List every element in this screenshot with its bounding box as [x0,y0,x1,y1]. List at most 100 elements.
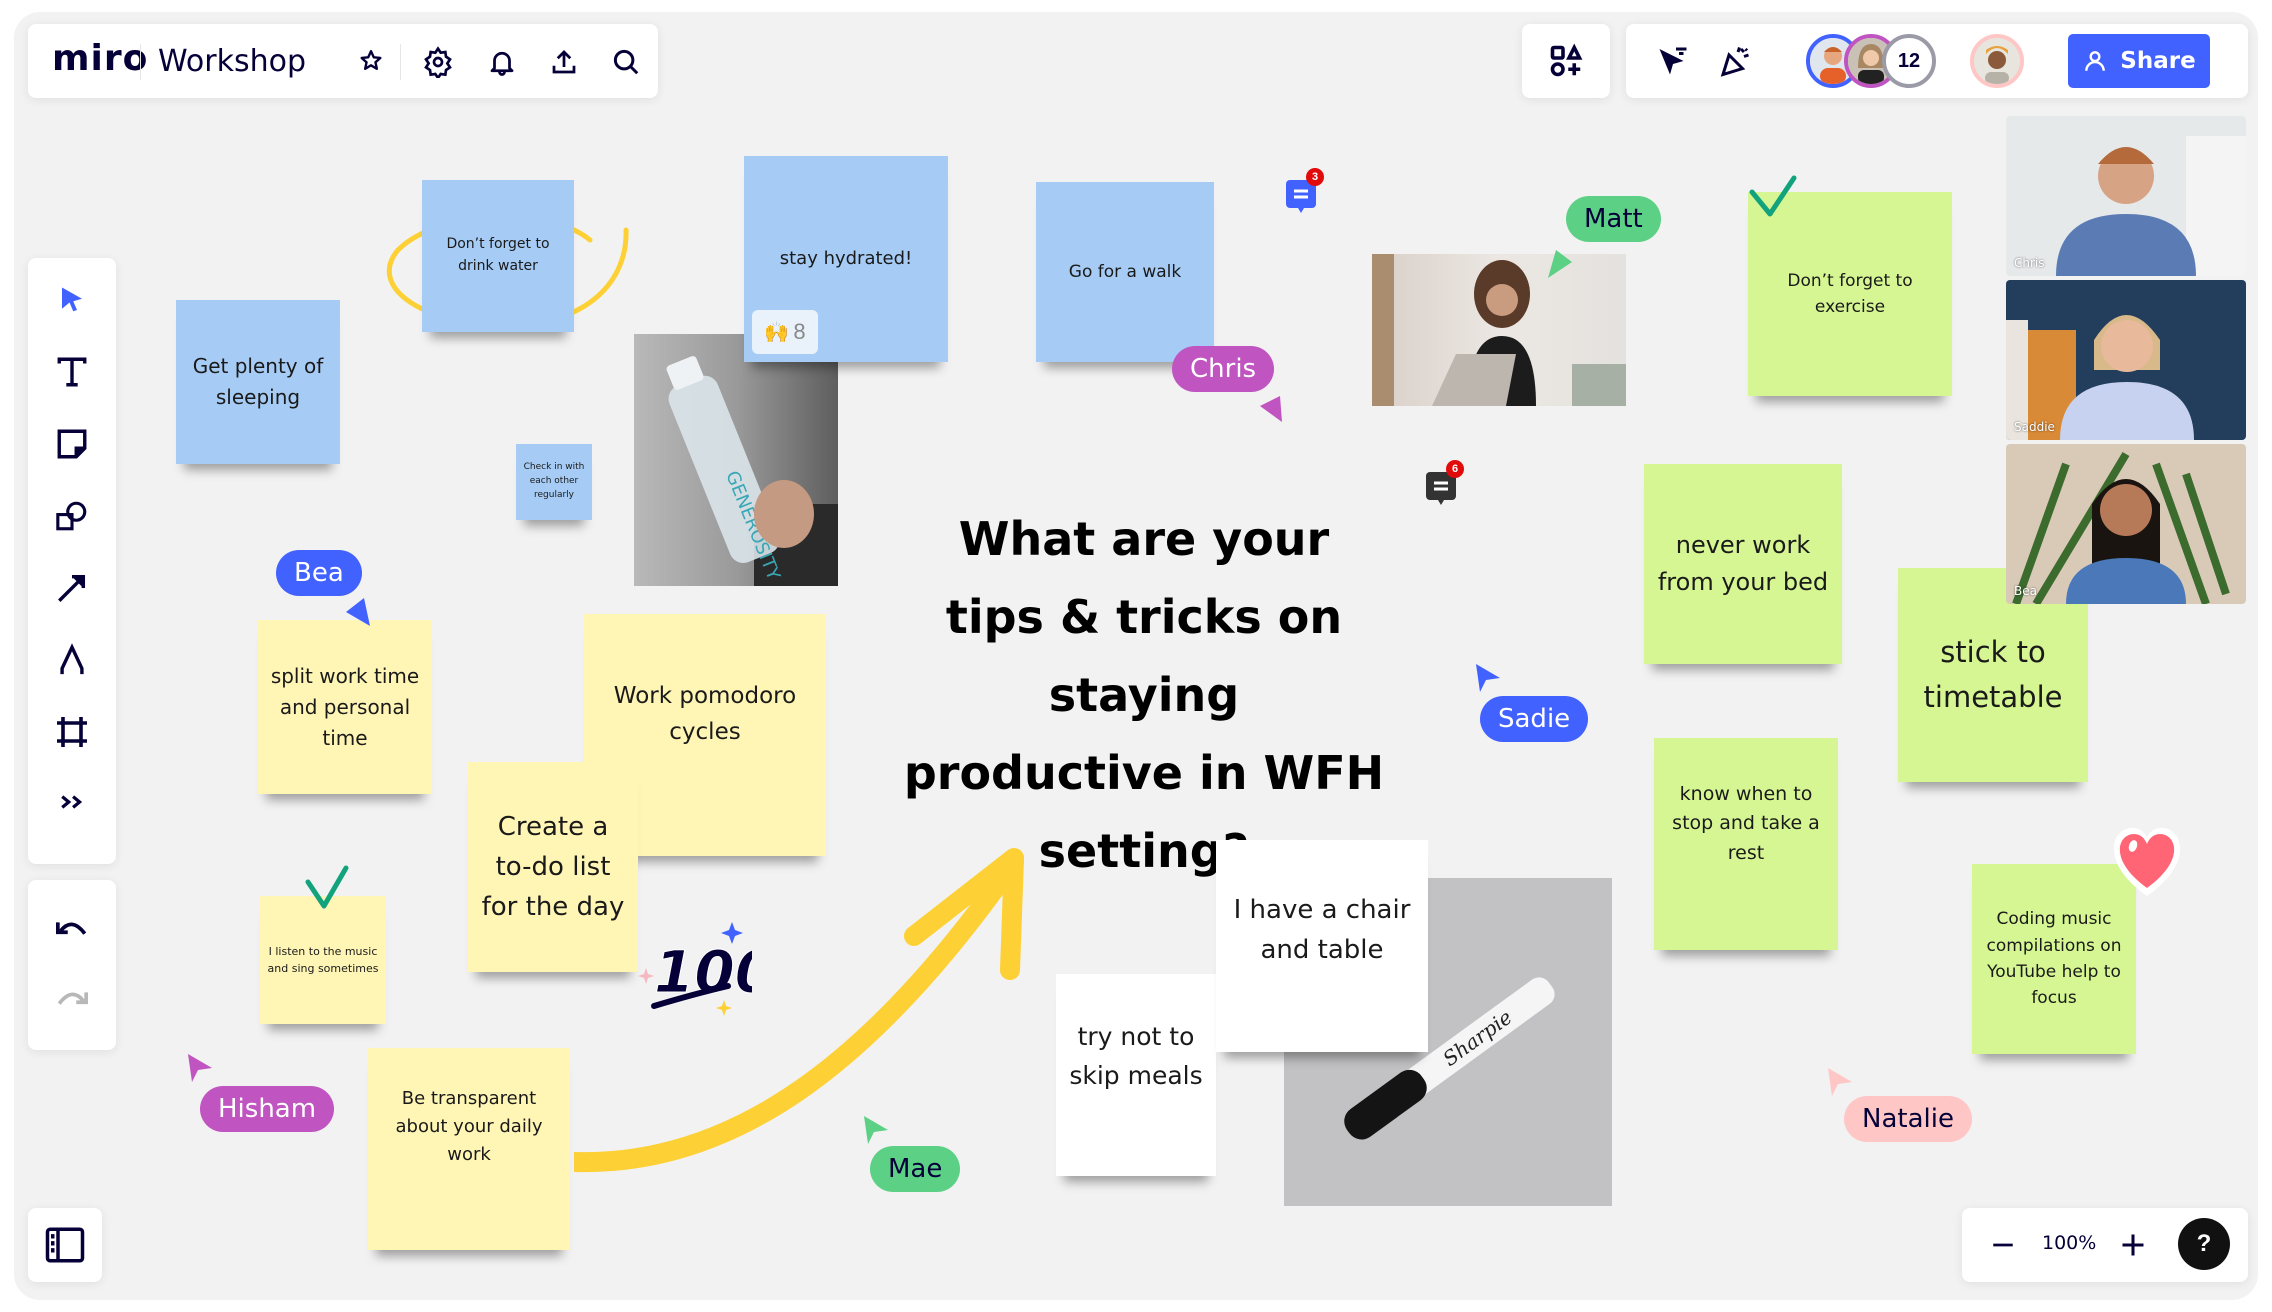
sticky-note[interactable]: Get plenty of sleeping [176,300,340,464]
sticky-note-text: I have a chair and table [1233,894,1411,965]
cursor-label-natalie: Natalie [1844,1096,1972,1142]
redo-button[interactable] [46,972,98,1024]
sticky-note[interactable]: Be transparent about your daily work [368,1048,570,1250]
shapes-icon [56,501,87,531]
sticky-note-text: Get plenty of sleeping [192,354,324,409]
board-header-panel: miro Workshop [28,24,658,98]
cursor-arrow-icon [62,287,82,312]
help-label: ? [2196,1230,2212,1257]
board-question-heading[interactable]: What are your tips & tricks on staying p… [844,500,1444,890]
sticky-note-text: know when to stop and take a rest [1672,782,1820,864]
sticky-note[interactable]: Create a to-do list for the day [468,762,638,972]
cursor-pointer-icon [864,1116,888,1144]
settings-gear-icon[interactable] [418,42,458,82]
tool-pen[interactable] [46,634,98,686]
share-label: Share [2120,48,2196,74]
tool-text[interactable] [46,346,98,398]
sticky-note[interactable]: I listen to the music and sing sometimes [260,896,386,1024]
board-canvas[interactable]: miro Workshop 12 Share 100% ? Don’t forg… [14,12,2258,1300]
sticky-note[interactable]: Check in with each other regularly [516,444,592,520]
divider [140,44,141,80]
help-button[interactable]: ? [2178,1218,2230,1270]
search-icon[interactable] [606,42,646,82]
woman-laptop-photo[interactable] [1372,254,1626,406]
star-icon[interactable] [354,44,388,78]
cursor-pointer-icon [188,1054,212,1082]
sticky-note-text: stay hydrated! [779,248,913,270]
zoom-level[interactable]: 100% [2042,1232,2096,1254]
sticky-note-text: never work from your bed [1657,530,1829,596]
sticky-note-text: Create a to-do list for the day [481,811,625,923]
sticky-note[interactable]: I have a chair and table [1216,840,1428,1052]
sticky-note[interactable]: Don’t forget to exercise [1748,192,1952,396]
sticky-note[interactable]: Go for a walk [1036,182,1214,362]
cursor-pointer-icon [1476,664,1500,692]
user-icon [2085,51,2106,71]
sticker-100[interactable]: 100 [632,916,776,1026]
comment-count-badge: 3 [1306,168,1324,186]
notifications-bell-icon[interactable] [482,42,522,82]
sticky-note-text: I listen to the music and sing sometimes [267,944,379,975]
collaborator-count[interactable]: 12 [1882,34,1936,88]
comment-count-badge: 6 [1446,460,1464,478]
video-participant-name: Bea [2014,584,2037,598]
undo-icon [55,922,87,935]
tool-more[interactable] [46,776,98,828]
video-tile[interactable]: Bea [2006,444,2246,604]
sticky-note-text: Work pomodoro cycles [613,683,797,745]
avatar-current-user[interactable] [1970,34,2024,88]
comment-thread[interactable]: 6 [1426,460,1464,505]
history-toolbar [28,880,116,1050]
sidebar-layout-icon [42,1222,88,1268]
cursor-label-chris: Chris [1172,346,1275,392]
sticky-note-text: try not to skip meals [1069,1022,1203,1090]
cursor-pointer-icon [1548,250,1572,278]
sticky-note-text: Don’t forget to drink water [446,236,550,274]
undo-button[interactable] [46,902,98,954]
text-icon [57,357,87,387]
miro-logo[interactable]: miro [52,38,148,79]
cursor-filter-icon[interactable] [1652,40,1694,82]
upload-export-icon[interactable] [544,42,584,82]
video-tile[interactable]: Chris [2006,116,2246,276]
sticky-note-text: Don’t forget to exercise [1787,270,1913,317]
video-participant-name: Saddie [2014,420,2055,434]
water-bottle-photo[interactable]: GENEROSITY [634,334,838,586]
sticky-note-text: split work time and personal time [270,663,420,750]
sticky-note[interactable]: split work time and personal time [258,620,432,794]
reaction-counter[interactable]: 🙌 8 [752,310,818,354]
video-participant-name: Chris [2014,256,2045,270]
tool-sticky-note[interactable] [46,418,98,470]
share-button[interactable]: Share [2068,34,2210,88]
cursor-label-bea: Bea [276,550,362,596]
board-panel-toggle[interactable] [28,1208,102,1282]
video-tile[interactable]: Saddie [2006,280,2246,440]
tool-connection-line[interactable] [46,562,98,614]
sticky-note[interactable]: try not to skip meals [1056,974,1216,1176]
celebrate-party-icon[interactable] [1714,40,1756,82]
tool-frame[interactable] [46,706,98,758]
sticky-note[interactable]: know when to stop and take a rest [1654,738,1838,950]
minus-icon [1993,1243,2013,1247]
sticky-note-text: stick to timetable [1923,635,2063,714]
sticky-note[interactable]: Don’t forget to drink water [422,180,574,332]
sticky-note-text: Coding music compilations on YouTube hel… [1986,909,2122,1009]
zoom-panel: 100% ? [1962,1208,2248,1282]
heart-sticker-icon[interactable] [2108,824,2186,900]
plus-icon [2122,1234,2144,1256]
comment-thread[interactable]: 3 [1286,168,1324,213]
question-line: tips & tricks on staying [945,590,1343,722]
question-line: productive in WFH [903,746,1385,800]
collaboration-panel: 12 Share [1626,24,2248,98]
cursor-label-mae: Mae [870,1146,961,1192]
board-title[interactable]: Workshop [158,44,306,79]
zoom-in-button[interactable] [2112,1224,2154,1266]
cursor-label-hisham: Hisham [200,1086,335,1132]
apps-shapes-icon[interactable] [1542,38,1590,84]
pen-icon [60,643,84,675]
zoom-out-button[interactable] [1982,1224,2024,1266]
sticky-note[interactable]: never work from your bed [1644,464,1842,664]
tool-shapes[interactable] [46,490,98,542]
tool-select[interactable] [46,274,98,326]
sticky-note-text: Be transparent about your daily work [395,1088,543,1165]
